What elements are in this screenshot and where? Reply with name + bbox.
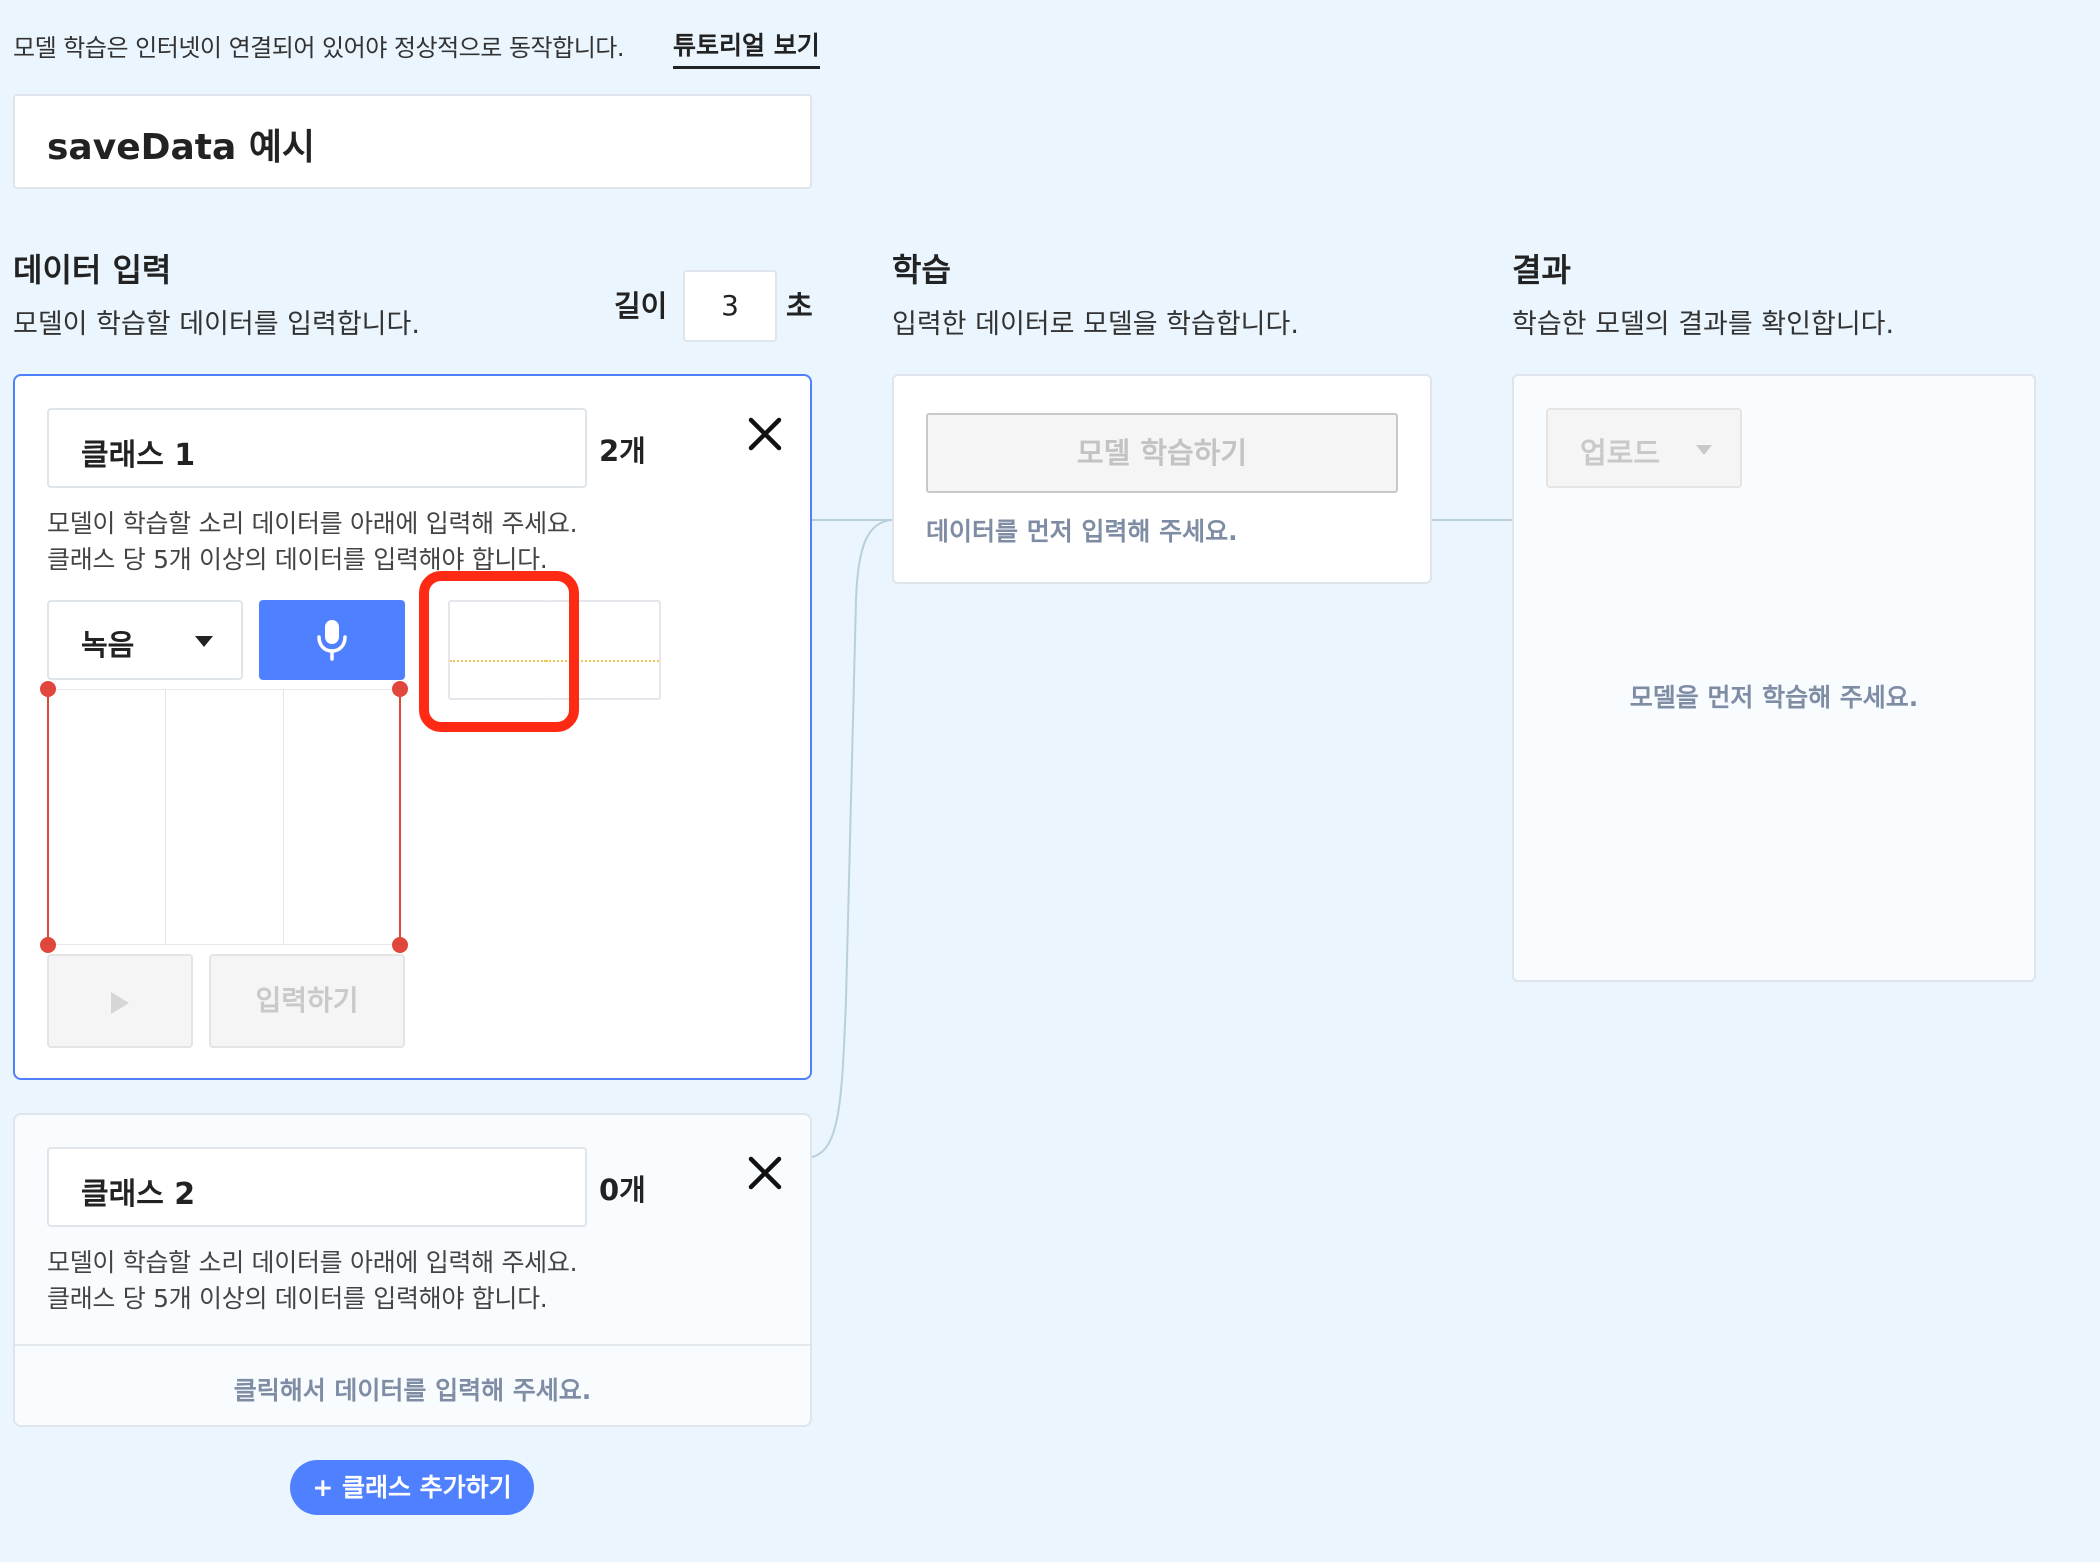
play-button[interactable] [47,954,193,1048]
result-title: 결과 [1512,251,1571,289]
microphone-icon [317,620,347,661]
train-title: 학습 [892,251,951,289]
class-name-field[interactable]: 클래스 1 [47,408,587,488]
project-title: saveData 예시 [47,127,316,168]
class-name: 클래스 1 [81,438,196,473]
internet-notice: 모델 학습은 인터넷이 연결되어 있어야 정상적으로 동작합니다. [13,34,624,62]
click-to-input-hint[interactable]: 클릭해서 데이터를 입력해 주세요. [15,1371,810,1407]
upload-select-label: 업로드 [1580,436,1661,470]
crop-handle[interactable] [392,681,408,697]
play-icon [111,992,129,1014]
crop-handle[interactable] [40,937,56,953]
data-count: 0개 [599,1173,646,1207]
record-button[interactable] [259,600,405,680]
train-description: 입력한 데이터로 모델을 학습합니다. [892,309,1299,340]
add-class-button[interactable]: + 클래스 추가하기 [290,1460,534,1515]
close-icon[interactable] [745,1153,785,1193]
train-hint: 데이터를 먼저 입력해 주세요. [926,517,1238,546]
chevron-down-icon [1696,445,1712,455]
audio-crop-area[interactable] [40,681,408,953]
train-card: 모델 학습하기 데이터를 먼저 입력해 주세요. [892,374,1432,584]
source-select[interactable]: 녹음 [47,600,243,680]
result-hint: 모델을 먼저 학습해 주세요. [1629,683,1919,712]
train-model-button[interactable]: 모델 학습하기 [926,413,1398,493]
length-label: 길이 [614,289,668,323]
class-card-1[interactable]: 클래스 1 2개 모델이 학습할 소리 데이터를 아래에 입력해 주세요. 클래… [13,374,812,1080]
upload-select[interactable]: 업로드 [1546,408,1742,488]
data-input-description: 모델이 학습할 데이터를 입력합니다. [13,309,420,340]
length-input[interactable]: 3 [683,270,777,342]
class-card-2[interactable]: 클래스 2 0개 모델이 학습할 소리 데이터를 아래에 입력해 주세요. 클래… [13,1113,812,1427]
input-button[interactable]: 입력하기 [209,954,405,1048]
crop-handle[interactable] [40,681,56,697]
project-title-field[interactable]: saveData 예시 [13,94,812,189]
class-description-line1: 모델이 학습할 소리 데이터를 아래에 입력해 주세요. [47,509,578,538]
chevron-down-icon [195,636,213,647]
close-icon[interactable] [745,414,785,454]
class-name: 클래스 2 [81,1177,196,1212]
source-select-label: 녹음 [81,628,135,662]
result-description: 학습한 모델의 결과를 확인합니다. [1512,309,1895,340]
data-count: 2개 [599,434,646,468]
class-description-line2: 클래스 당 5개 이상의 데이터를 입력해야 합니다. [47,1284,548,1313]
data-input-title: 데이터 입력 [13,251,172,289]
crop-frame [47,689,401,945]
class-name-field[interactable]: 클래스 2 [47,1147,587,1227]
highlight-box [419,571,579,732]
result-card: 업로드 모델을 먼저 학습해 주세요. [1512,374,2036,982]
class-description-line1: 모델이 학습할 소리 데이터를 아래에 입력해 주세요. [47,1248,578,1277]
length-unit: 초 [786,289,813,323]
tutorial-link[interactable]: 튜토리얼 보기 [673,26,820,69]
crop-handle[interactable] [392,937,408,953]
